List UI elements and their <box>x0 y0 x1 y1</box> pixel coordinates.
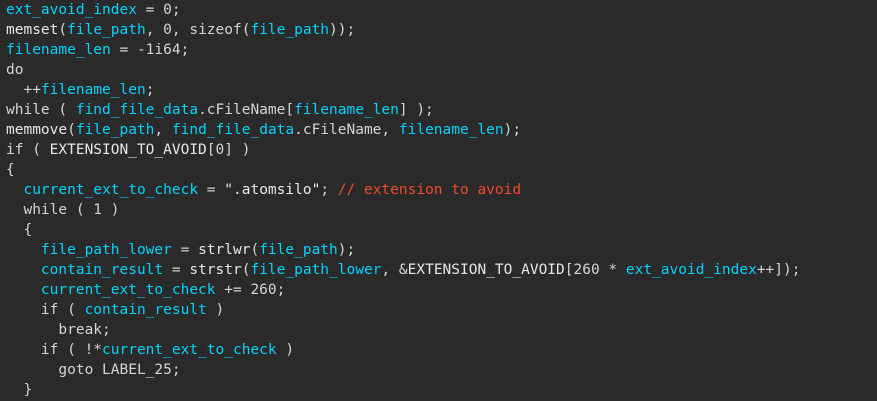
code-token-punct: )); <box>329 22 356 38</box>
code-token-var: current_ext_to_check <box>23 182 199 198</box>
code-line: while ( 1 ) <box>6 200 120 220</box>
code-token-punct: ] ); <box>398 102 434 118</box>
code-line: current_ext_to_check += 260; <box>6 280 285 300</box>
code-token-punct <box>6 242 41 258</box>
code-token-var: file_path <box>250 22 330 38</box>
code-token-fn: memmove <box>6 122 68 138</box>
code-token-punct: ); <box>503 122 522 138</box>
code-line: contain_result = strstr(file_path_lower,… <box>6 260 801 280</box>
code-line: memset(file_path, 0, sizeof(file_path)); <box>6 20 355 40</box>
code-token-punct: = 0; <box>136 2 181 18</box>
code-token-var: filename_len <box>294 102 399 118</box>
code-token-var: find_file_data <box>171 122 295 138</box>
code-line: if ( contain_result ) <box>6 300 224 320</box>
code-token-punct: ; <box>320 182 338 198</box>
code-token-var: find_file_data <box>75 102 199 118</box>
code-token-punct: , 0, sizeof( <box>145 22 251 38</box>
code-token-var: ext_avoid_index <box>625 262 757 278</box>
code-token-var: current_ext_to_check <box>102 342 277 358</box>
code-token-punct: ; <box>145 82 155 98</box>
code-token-punct: ( <box>58 22 68 38</box>
code-token-punct: { <box>6 162 15 178</box>
code-line: break; <box>6 320 111 340</box>
code-token-punct: ); <box>337 242 356 258</box>
code-token-punct: , & <box>381 262 408 278</box>
code-line: } <box>6 380 32 400</box>
code-token-var: filename_len <box>398 122 504 138</box>
code-token-var: file_path_lower <box>40 242 172 258</box>
code-token-punct: } <box>6 382 33 398</box>
code-token-fn: memset <box>6 22 59 38</box>
code-token-punct: ) <box>206 302 225 318</box>
code-editor[interactable]: ext_avoid_index = 0; memset(file_path, 0,… <box>0 0 877 401</box>
code-line: if ( !*current_ext_to_check ) <box>6 340 294 360</box>
code-line: { <box>6 220 32 240</box>
code-token-var: contain_result <box>84 302 207 318</box>
code-token-punct: = -1i64; <box>110 42 190 58</box>
code-token-punct: ) <box>276 342 295 358</box>
code-token-punct: , <box>154 122 172 138</box>
code-token-punct: = <box>163 262 190 278</box>
code-token-punct: { <box>6 222 33 238</box>
code-token-var: current_ext_to_check <box>40 282 216 298</box>
code-token-punct: ( <box>250 242 260 258</box>
code-token-punct <box>6 262 41 278</box>
code-token-punct: [260 * <box>564 262 626 278</box>
code-token-mac: EXTENSION_TO_AVOID <box>49 142 207 158</box>
code-token-cmt: // extension to avoid <box>337 182 522 198</box>
code-token-punct: = <box>198 182 225 198</box>
code-token-str: ".atomsilo" <box>224 182 321 198</box>
code-line: goto LABEL_25; <box>6 360 181 380</box>
code-token-punct: .cFileName[ <box>198 102 295 118</box>
code-token-punct <box>6 182 23 198</box>
code-token-var: ext_avoid_index <box>6 2 137 18</box>
code-token-var: filename_len <box>6 42 111 58</box>
code-token-var: filename_len <box>40 82 146 98</box>
code-token-kw: goto LABEL_25; <box>6 362 181 378</box>
code-token-kw: while ( 1 ) <box>6 202 120 218</box>
code-line: ++filename_len; <box>6 80 154 100</box>
code-token-kw: if ( <box>6 142 50 158</box>
code-token-punct <box>6 282 41 298</box>
code-token-punct: += 260; <box>215 282 286 298</box>
code-token-punct: [0] ) <box>206 142 251 158</box>
code-line: if ( EXTENSION_TO_AVOID[0] ) <box>6 140 250 160</box>
code-token-var: file_path_lower <box>250 262 382 278</box>
code-token-punct: = <box>171 242 199 258</box>
code-token-kw: do <box>6 62 24 78</box>
code-token-kw: break; <box>6 322 111 338</box>
code-line: while ( find_file_data.cFileName[filenam… <box>6 100 434 120</box>
code-line: ext_avoid_index = 0; <box>6 0 181 20</box>
code-token-fn: strstr <box>189 262 242 278</box>
code-line: { <box>6 160 15 180</box>
code-line: file_path_lower = strlwr(file_path); <box>6 240 355 260</box>
code-token-punct: .cFileName, <box>294 122 399 138</box>
code-token-fn: strlwr <box>198 242 251 258</box>
code-line: filename_len = -1i64; <box>6 40 189 60</box>
code-token-var: contain_result <box>40 262 164 278</box>
code-line: memmove(file_path, find_file_data.cFileN… <box>6 120 521 140</box>
code-token-mac: EXTENSION_TO_AVOID <box>407 262 565 278</box>
code-line: do <box>6 60 23 80</box>
code-token-punct: ( <box>67 122 76 138</box>
code-token-kw: if ( <box>6 302 85 318</box>
code-token-punct: ++ <box>6 82 41 98</box>
code-token-var: file_path <box>67 22 146 38</box>
code-token-kw: while ( <box>6 102 76 118</box>
code-token-kw: if ( !* <box>6 342 103 358</box>
code-token-var: file_path <box>259 242 338 258</box>
code-line: current_ext_to_check = ".atomsilo"; // e… <box>6 180 521 200</box>
code-token-punct: ++]); <box>756 262 801 278</box>
code-token-var: file_path <box>75 122 155 138</box>
